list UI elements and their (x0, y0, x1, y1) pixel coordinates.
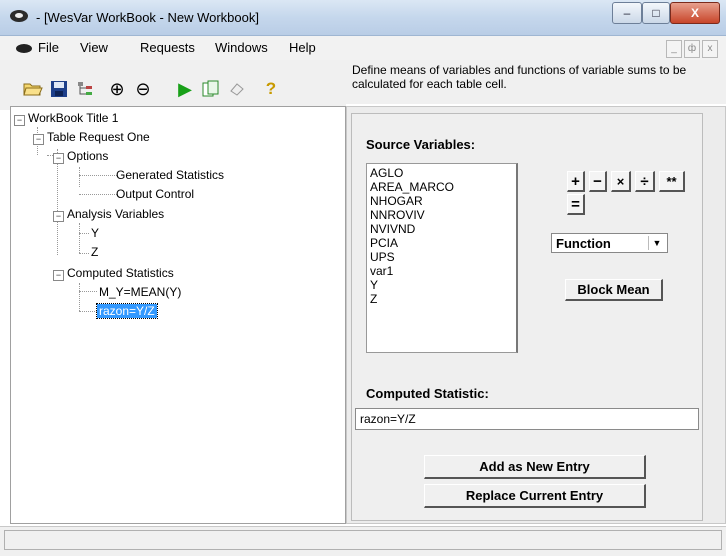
tree-node-output-control[interactable]: Output Control (116, 187, 194, 201)
panel-description: Define means of variables and functions … (352, 63, 687, 91)
computed-statistic-label: Computed Statistic: (366, 386, 489, 401)
block-mean-button[interactable]: Block Mean (565, 279, 663, 301)
list-item[interactable]: UPS (370, 250, 513, 264)
close-button[interactable]: X (670, 2, 720, 24)
list-item[interactable]: Y (370, 278, 513, 292)
open-folder-icon[interactable] (20, 76, 46, 102)
menu-view[interactable]: View (80, 40, 108, 55)
menu-file[interactable]: File (38, 40, 59, 55)
menu-bar (0, 36, 726, 60)
tree-node-stat-mean-y[interactable]: M_Y=MEAN(Y) (99, 285, 181, 299)
function-select[interactable]: Function ▼ (551, 233, 668, 253)
tree-node-computed-statistics[interactable]: Computed Statistics (67, 266, 174, 280)
list-item[interactable]: NVIVND (370, 222, 513, 236)
chevron-down-icon[interactable]: ▼ (648, 236, 665, 250)
power-button[interactable]: ** (659, 171, 685, 192)
list-item[interactable]: var1 (370, 264, 513, 278)
minimize-button[interactable]: – (612, 2, 642, 24)
multiply-button[interactable]: × (611, 171, 631, 192)
document-icon[interactable] (16, 44, 32, 53)
list-item[interactable]: PCIA (370, 236, 513, 250)
source-variables-label: Source Variables: (366, 137, 476, 152)
menu-requests[interactable]: Requests (140, 40, 195, 55)
list-item[interactable]: AREA_MARCO (370, 180, 513, 194)
zoom-in-icon[interactable]: ⊕ (104, 76, 130, 102)
root-collapse-icon[interactable]: − (14, 115, 25, 126)
replace-entry-button[interactable]: Replace Current Entry (424, 484, 646, 508)
run-icon[interactable]: ▶ (172, 76, 198, 102)
options-collapse-icon[interactable]: − (53, 153, 64, 164)
tree-node-workbook[interactable]: WorkBook Title 1 (28, 111, 118, 125)
list-item[interactable]: NHOGAR (370, 194, 513, 208)
eraser-icon[interactable] (224, 76, 250, 102)
add-new-entry-button[interactable]: Add as New Entry (424, 455, 646, 479)
list-item[interactable]: Z (370, 292, 513, 306)
list-item[interactable]: NNROVIV (370, 208, 513, 222)
minus-button[interactable]: − (589, 171, 607, 192)
status-field (4, 530, 722, 550)
mdi-minimize-button[interactable]: _ (666, 40, 682, 58)
save-disk-icon[interactable] (46, 76, 72, 102)
tree-node-generated-statistics[interactable]: Generated Statistics (116, 168, 224, 182)
request-collapse-icon[interactable]: − (33, 134, 44, 145)
mdi-restore-button[interactable]: ф (684, 40, 700, 58)
tree-node-stat-razon[interactable]: razon=Y/Z (96, 303, 158, 319)
plus-button[interactable]: + (567, 171, 585, 192)
help-icon[interactable]: ? (258, 76, 284, 102)
tree-view-icon[interactable] (72, 76, 98, 102)
copy-results-icon[interactable] (198, 76, 224, 102)
workbook-tree[interactable]: − WorkBook Title 1 − Table Request One −… (10, 106, 346, 524)
maximize-button[interactable]: □ (642, 2, 670, 24)
tree-node-options[interactable]: Options (67, 149, 108, 163)
computed-collapse-icon[interactable]: − (53, 270, 64, 281)
computed-statistic-input[interactable]: razon=Y/Z (355, 408, 699, 430)
source-variables-list[interactable]: AGLO AREA_MARCO NHOGAR NNROVIV NVIVND PC… (366, 163, 518, 353)
menu-windows[interactable]: Windows (215, 40, 268, 55)
window-title: - [WesVar WorkBook - New Workbook] (36, 10, 259, 25)
mdi-window-buttons: _ ф x (664, 40, 722, 58)
tree-node-var-z[interactable]: Z (91, 245, 98, 259)
function-select-value: Function (556, 236, 611, 251)
tree-node-table-request[interactable]: Table Request One (47, 130, 150, 144)
analysis-collapse-icon[interactable]: − (53, 211, 64, 222)
zoom-out-icon[interactable]: ⊖ (130, 76, 156, 102)
menu-help[interactable]: Help (289, 40, 316, 55)
divide-button[interactable]: ÷ (635, 171, 655, 192)
tree-node-var-y[interactable]: Y (91, 226, 99, 240)
tree-node-analysis-variables[interactable]: Analysis Variables (67, 207, 164, 221)
equals-button[interactable]: = (567, 194, 585, 215)
list-item[interactable]: AGLO (370, 166, 513, 180)
app-icon[interactable] (10, 10, 28, 22)
mdi-close-button[interactable]: x (702, 40, 718, 58)
